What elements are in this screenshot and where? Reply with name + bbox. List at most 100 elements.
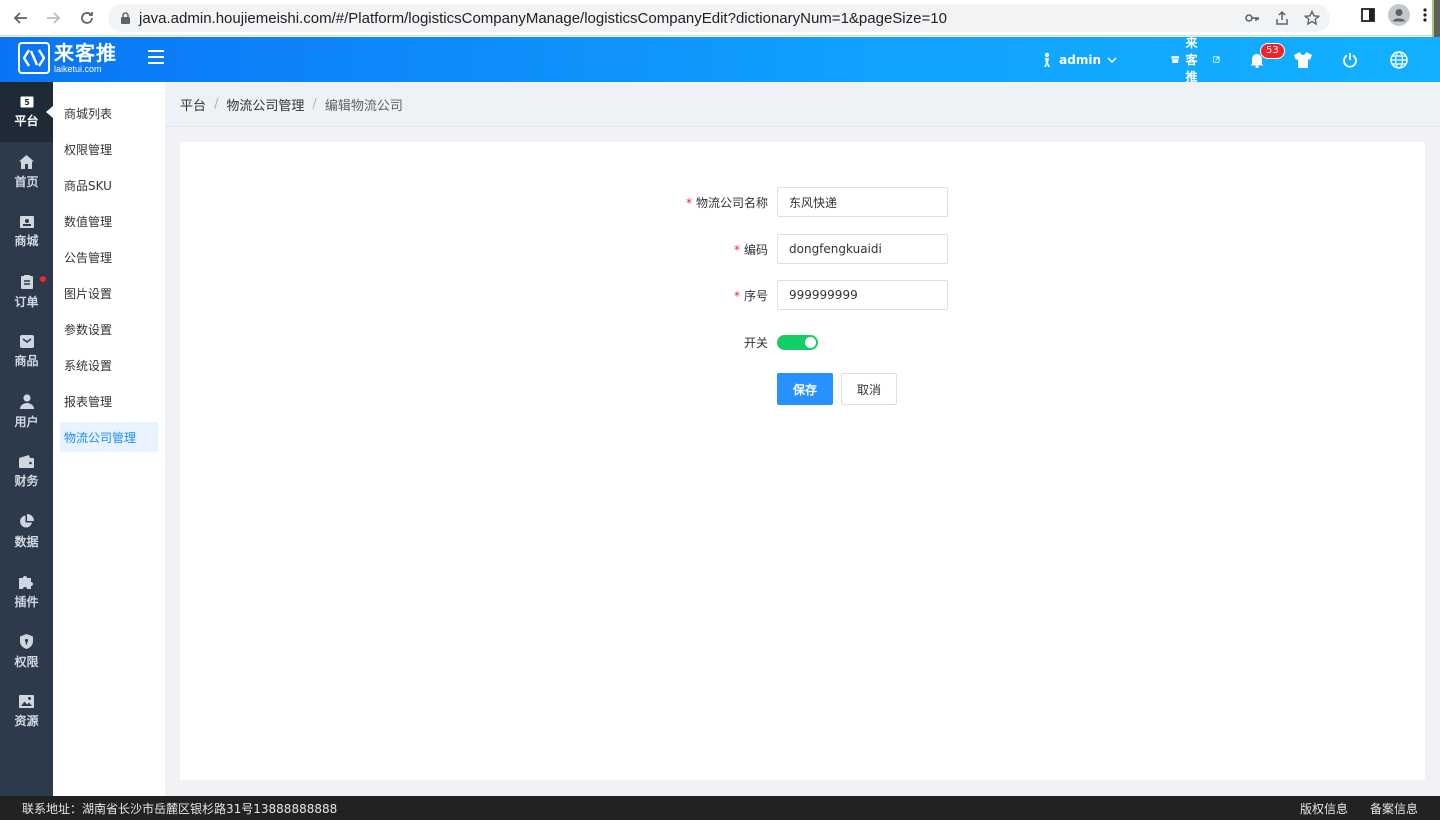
power-icon: [1343, 52, 1357, 68]
sidebar-item-permission[interactable]: 权限: [0, 622, 53, 682]
theme-button[interactable]: [1294, 51, 1312, 68]
submenu-item-values[interactable]: 数值管理: [60, 206, 158, 236]
user-menu[interactable]: admin: [1041, 52, 1117, 68]
browser-toolbar: java.admin.houjiemeishi.com/#/Platform/l…: [0, 0, 1440, 40]
sidebar-item-label: 平台: [14, 113, 39, 128]
sidebar-item-label: 权限: [14, 655, 39, 669]
address-bar[interactable]: java.admin.houjiemeishi.com/#/Platform/l…: [108, 4, 1330, 32]
order-label: * 序号: [733, 288, 768, 303]
logo-subtitle: laiketui.com: [54, 63, 102, 74]
sidebar-item-label: 首页: [14, 174, 39, 189]
mall-icon: [19, 215, 34, 228]
enable-switch[interactable]: [777, 334, 818, 350]
sidepanel-icon[interactable]: [1360, 7, 1376, 23]
submenu-item-images[interactable]: 图片设置: [60, 278, 158, 308]
sidebar-item-goods[interactable]: 商品: [0, 322, 53, 382]
breadcrumb-item-platform[interactable]: 平台: [180, 95, 206, 114]
chevron-down-icon: [1107, 56, 1117, 63]
sidebar-item-label: 资源: [14, 714, 39, 728]
sidebar-item-label: 插件: [14, 595, 39, 609]
more-vert-icon[interactable]: [1422, 7, 1428, 23]
company-name-input[interactable]: [777, 187, 948, 217]
forward-button[interactable]: [38, 3, 68, 33]
scrollbar-thumb[interactable]: [1432, 0, 1440, 40]
form-row-code: * 编码: [180, 234, 1425, 264]
submenu-item-reports[interactable]: 报表管理: [60, 386, 158, 416]
key-icon[interactable]: [1244, 10, 1260, 26]
edit-form-card: *物流公司名称 *编码 *序号 开关 保存 取消: [180, 142, 1425, 780]
puzzle-icon: [19, 576, 33, 589]
sidebar-item-platform[interactable]: 5 平台: [0, 82, 53, 142]
reload-button[interactable]: [72, 3, 102, 33]
form-row-order: * 序号: [180, 280, 1425, 310]
home-icon: [19, 154, 34, 169]
switch-label: 开关: [743, 335, 768, 350]
logo-mark-icon: [18, 42, 50, 74]
goods-icon: [19, 335, 34, 348]
arrow-left-icon: [13, 12, 27, 24]
sidebar-item-mall[interactable]: 商城: [0, 202, 53, 262]
shield-icon: [20, 634, 33, 649]
sidebar-item-plugin[interactable]: 插件: [0, 562, 53, 622]
logout-button[interactable]: [1342, 52, 1358, 68]
sidebar-item-home[interactable]: 首页: [0, 142, 53, 202]
breadcrumb: 平台 / 物流公司管理 / 编辑物流公司: [165, 82, 1440, 127]
cancel-button[interactable]: 取消: [841, 373, 897, 405]
order-input[interactable]: [777, 280, 948, 310]
secondary-sidebar: 商城列表 权限管理 商品SKU 数值管理 公告管理 图片设置 参数设置 系统设置…: [53, 82, 165, 796]
record-link[interactable]: 备案信息: [1370, 800, 1418, 817]
breadcrumb-item-current: 编辑物流公司: [324, 98, 403, 114]
breadcrumb-separator: /: [214, 96, 219, 112]
logo[interactable]: 来客推 laiketui.com: [18, 42, 117, 74]
sidebar-item-order[interactable]: 订单: [0, 262, 53, 322]
code-input[interactable]: [777, 234, 948, 264]
platform-icon: 5: [20, 96, 33, 107]
sidebar-item-finance[interactable]: 财务: [0, 442, 53, 502]
external-link-icon: [1213, 56, 1220, 63]
notifications[interactable]: 53: [1250, 42, 1285, 68]
url-text: java.admin.houjiemeishi.com/#/Platform/l…: [139, 9, 947, 27]
sidebar-item-user[interactable]: 用户: [0, 382, 53, 442]
language-button[interactable]: [1390, 50, 1408, 69]
submenu-item-system[interactable]: 系统设置: [60, 350, 158, 380]
share-icon[interactable]: [1274, 10, 1290, 26]
star-icon[interactable]: [1304, 10, 1320, 26]
lock-icon: [121, 11, 130, 24]
sidebar-item-label: 商品: [14, 354, 39, 368]
submenu-item-sku[interactable]: 商品SKU: [60, 170, 158, 200]
store-link[interactable]: 来客推: [1170, 34, 1220, 85]
submenu-item-params[interactable]: 参数设置: [60, 314, 158, 344]
app-header: 来客推 laiketui.com admin 来客推 53: [0, 34, 1440, 85]
breadcrumb-item-logistics[interactable]: 物流公司管理: [226, 95, 304, 114]
submenu-item-mall-list[interactable]: 商城列表: [60, 98, 158, 128]
breadcrumb-separator: /: [312, 96, 317, 112]
submenu-item-permission[interactable]: 权限管理: [60, 134, 158, 164]
switch-knob: [805, 336, 816, 348]
footer-address: 联系地址：湖南省长沙市岳麓区银杉路31号13888888888: [22, 801, 338, 816]
order-icon: [20, 274, 33, 289]
logo-title: 来客推: [54, 40, 117, 65]
wallet-icon: [19, 455, 34, 468]
back-button[interactable]: [6, 3, 36, 33]
image-icon: [19, 695, 34, 708]
user-icon: [19, 394, 34, 409]
profile-avatar-icon[interactable]: [1388, 4, 1410, 26]
footer: 联系地址：湖南省长沙市岳麓区银杉路31号13888888888 版权信息 备案信…: [0, 796, 1440, 820]
form-row-switch: 开关: [180, 327, 1425, 357]
sidebar-item-label: 订单: [14, 294, 39, 309]
sidebar-item-data[interactable]: 数据: [0, 502, 53, 562]
tshirt-icon: [1294, 51, 1312, 68]
sidebar-item-resource[interactable]: 资源: [0, 682, 53, 742]
submenu-item-logistics[interactable]: 物流公司管理: [60, 422, 158, 452]
menu-toggle-icon[interactable]: [148, 50, 164, 64]
save-button[interactable]: 保存: [777, 373, 833, 405]
submenu-item-notice[interactable]: 公告管理: [60, 242, 158, 272]
user-figure-icon: [1044, 52, 1051, 67]
svg-text:5: 5: [24, 98, 30, 107]
notification-badge: 53: [1260, 42, 1285, 59]
sidebar-item-label: 商城: [14, 233, 39, 248]
sidebar-item-label: 数据: [14, 535, 39, 549]
copyright-link[interactable]: 版权信息: [1300, 800, 1348, 817]
company-name-label: * 物流公司名称: [685, 195, 768, 210]
arrow-right-icon: [47, 12, 61, 24]
